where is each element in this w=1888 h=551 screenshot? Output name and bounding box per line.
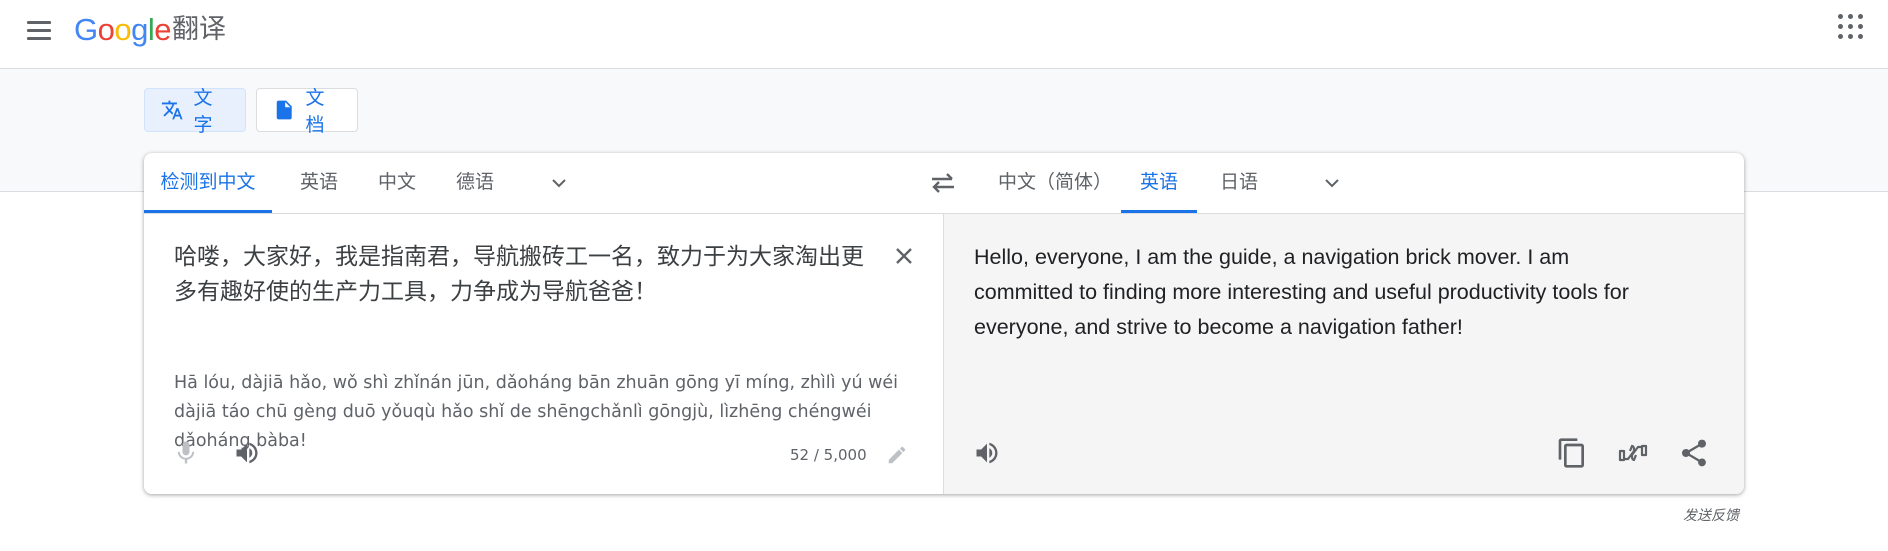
target-more-languages-chevron-icon[interactable] xyxy=(1320,171,1344,195)
character-counter: 52 / 5,000 xyxy=(790,446,867,464)
tab-target-chinese-simplified[interactable]: 中文（简体） xyxy=(990,153,1120,213)
tab-source-german[interactable]: 德语 xyxy=(446,153,504,213)
target-pane: Hello, everyone, I am the guide, a navig… xyxy=(943,214,1744,494)
tab-target-english[interactable]: 英语 xyxy=(1121,153,1197,213)
document-icon xyxy=(276,100,292,120)
clear-source-close-icon[interactable] xyxy=(890,242,918,270)
target-listen-speaker-icon[interactable] xyxy=(972,439,1002,467)
product-name: 翻译 xyxy=(172,14,226,45)
microphone-icon[interactable] xyxy=(172,439,200,467)
translate-icon xyxy=(161,100,183,120)
source-text-input[interactable]: 哈喽，大家好，我是指南君，导航搬砖工一名，致力于为大家淘出更多有趣好使的生产力工… xyxy=(174,240,874,310)
share-icon[interactable] xyxy=(1678,437,1710,469)
transliteration-text: Hā lóu, dàjiā hǎo, wǒ shì zhǐnán jūn, dǎ… xyxy=(174,373,899,451)
document-mode-button[interactable]: 文档 xyxy=(256,87,358,136)
tab-target-japanese[interactable]: 日语 xyxy=(1210,153,1268,213)
language-bar: 检测到中文 英语 中文 德语 中文（简体） 英语 日语 xyxy=(144,153,1744,214)
google-logo[interactable]: Google xyxy=(74,8,172,52)
document-mode-label: 文档 xyxy=(305,87,325,136)
source-listen-speaker-icon[interactable] xyxy=(232,439,262,467)
apps-grid-icon[interactable] xyxy=(1838,14,1864,40)
main-menu-icon[interactable] xyxy=(22,14,56,48)
text-mode-button[interactable]: 文字 xyxy=(144,87,246,136)
translated-text: Hello, everyone, I am the guide, a navig… xyxy=(974,245,1629,339)
edit-pencil-icon[interactable] xyxy=(886,444,908,466)
source-more-languages-chevron-icon[interactable] xyxy=(547,171,571,195)
swap-languages-icon[interactable] xyxy=(928,169,958,197)
send-feedback-link[interactable]: 发送反馈 xyxy=(1683,505,1739,525)
text-mode-label: 文字 xyxy=(193,87,213,136)
tab-source-english[interactable]: 英语 xyxy=(290,153,348,213)
tab-detect-language[interactable]: 检测到中文 xyxy=(144,153,272,213)
source-pane: 哈喽，大家好，我是指南君，导航搬砖工一名，致力于为大家淘出更多有趣好使的生产力工… xyxy=(144,214,942,494)
translation-card: 检测到中文 英语 中文 德语 中文（简体） 英语 日语 哈喽，大家好，我是指南君… xyxy=(144,153,1744,494)
copy-icon[interactable] xyxy=(1556,437,1588,469)
app-header: Google 翻译 xyxy=(0,0,1888,69)
tab-source-chinese[interactable]: 中文 xyxy=(368,153,426,213)
rate-translation-thumbs-icon[interactable] xyxy=(1617,437,1649,469)
